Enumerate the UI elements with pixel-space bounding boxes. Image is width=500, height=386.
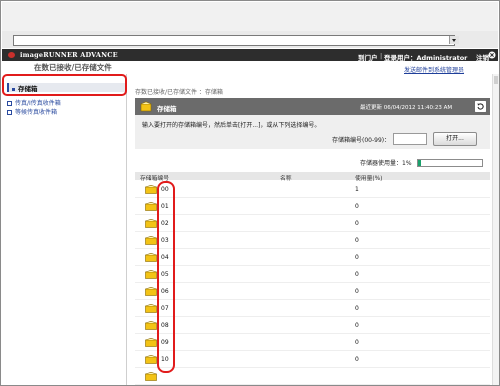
refresh-icon[interactable] (475, 101, 486, 112)
address-dropdown-icon[interactable] (449, 36, 459, 44)
memory-usage-label: 存储器使用量：1% (360, 160, 412, 167)
mailbox-icon (145, 304, 157, 313)
sidebar-item-fax-inbox[interactable]: 传真/I传真收件箱 (7, 98, 61, 107)
highlight-annotation (157, 181, 175, 373)
panel-header: 存储箱 最近更新 06/04/2012 11:40:23 AM (135, 98, 490, 115)
mailbox-usage: 0 (355, 355, 359, 363)
mailbox-usage: 0 (355, 338, 359, 346)
mailbox-usage: 1 (355, 185, 359, 193)
sidebar-item-label: 传真/I传真收件箱 (15, 100, 61, 107)
main-content: 存数已接收/已存储文件 ：存储箱 存储箱 最近更新 06/04/2012 11:… (127, 74, 498, 385)
mailbox-usage: 0 (355, 321, 359, 329)
mailbox-icon (145, 253, 157, 262)
mailbox-icon (145, 202, 157, 211)
table-row[interactable]: 02 0 (135, 214, 490, 232)
table-row[interactable]: 03 0 (135, 231, 490, 249)
sidebar-item-confidential-fax[interactable]: 等候传真收件箱 (7, 107, 57, 116)
vertical-scrollbar[interactable] (492, 74, 499, 385)
panel-title: 存储箱 (157, 104, 177, 113)
bullet-icon (7, 110, 12, 115)
mailbox-usage: 0 (355, 253, 359, 261)
table-row[interactable]: 05 0 (135, 265, 490, 283)
breadcrumb: 存数已接收/已存储文件 ：存储箱 (135, 89, 223, 96)
instruction-text: 输入要打开的存储箱编号，然后单击[打开...]，或从下列选择编号。 (142, 122, 321, 129)
scrollbar-thumb[interactable] (494, 76, 498, 84)
browser-window: imageRUNNER ADVANCE 到门户 | 登录用户：Administr… (0, 0, 500, 386)
sidebar: 存储箱 传真/I传真收件箱 等候传真收件箱 (2, 74, 127, 385)
panel-body: 输入要打开的存储箱编号，然后单击[打开...]，或从下列选择编号。 存储箱编号(… (135, 115, 490, 149)
mailbox-icon (145, 355, 157, 364)
table-row[interactable]: 06 0 (135, 282, 490, 300)
mailbox-usage: 0 (355, 202, 359, 210)
mailbox-icon (145, 236, 157, 245)
brand-logo-icon (8, 52, 15, 58)
box-number-input[interactable] (393, 133, 427, 145)
mailbox-icon (145, 270, 157, 279)
box-number-label: 存储箱编号(00-99)： (332, 137, 391, 144)
table-row[interactable]: 10 0 (135, 350, 490, 368)
bullet-icon (7, 101, 12, 106)
portal-link[interactable]: 到门户 (358, 52, 378, 62)
mailbox-usage: 0 (355, 287, 359, 295)
mailbox-usage: 0 (355, 219, 359, 227)
mailbox-icon (140, 101, 152, 112)
login-user-label: 登录用户：Administrator (384, 53, 468, 62)
table-header: 存储箱编号 名称 使用量(%) (135, 172, 490, 182)
table-row[interactable]: 09 0 (135, 333, 490, 351)
mailbox-icon (145, 338, 157, 347)
page-title: 在数已接收/已存储文件 (34, 63, 112, 72)
last-updated: 最近更新 06/04/2012 11:40:23 AM (360, 105, 453, 111)
table-row[interactable]: 08 0 (135, 316, 490, 334)
memory-usage-bar (417, 159, 483, 167)
mailbox-icon (145, 372, 157, 381)
sidebar-item-label: 等候传真收件箱 (15, 109, 58, 116)
table-row[interactable]: 04 0 (135, 248, 490, 266)
open-button[interactable]: 打开... (433, 132, 477, 146)
mailbox-usage: 0 (355, 236, 359, 244)
table-row[interactable] (135, 367, 490, 385)
sub-header: 在数已接收/已存储文件 发送邮件到系统管理员 (2, 61, 498, 75)
table-row[interactable]: 01 0 (135, 197, 490, 215)
mailbox-usage: 0 (355, 304, 359, 312)
memory-usage-fill (418, 160, 421, 166)
address-bar[interactable] (13, 35, 455, 46)
app-header: imageRUNNER ADVANCE 到门户 | 登录用户：Administr… (2, 49, 498, 62)
table-row[interactable]: 07 0 (135, 299, 490, 317)
mailbox-usage: 0 (355, 270, 359, 278)
mailbox-icon (145, 321, 157, 330)
mailbox-icon (145, 219, 157, 228)
table-row[interactable]: 00 1 (135, 180, 490, 198)
highlight-annotation (2, 74, 127, 96)
browser-chrome (2, 2, 498, 32)
close-icon[interactable] (488, 51, 496, 59)
mailbox-icon (145, 287, 157, 296)
brand-name: imageRUNNER ADVANCE (20, 51, 118, 59)
mailbox-icon (145, 185, 157, 194)
mail-admin-link[interactable]: 发送邮件到系统管理员 (404, 65, 464, 74)
